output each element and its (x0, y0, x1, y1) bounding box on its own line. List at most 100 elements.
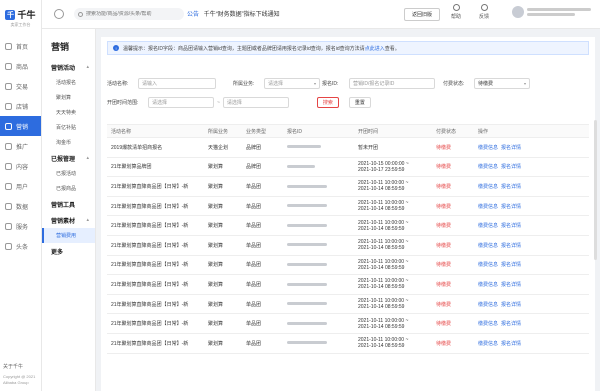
subnav-item[interactable]: 已报商品 (42, 181, 95, 196)
open-time-end: 2021-10-14 08:59:59 (358, 186, 405, 193)
signup-detail-link[interactable]: 报名详情 (501, 164, 521, 170)
business-cell: 聚划算 (204, 215, 242, 236)
subnav-item[interactable]: 活动报名 (42, 75, 95, 90)
signup-detail-link[interactable]: 报名详情 (501, 184, 521, 190)
clock-icon[interactable] (54, 9, 64, 19)
open-time-cell: 2021-10-11 10:00:00 ~2021-10-14 08:59:59 (354, 196, 432, 217)
fee-info-link[interactable]: 缴费信息 (478, 164, 498, 170)
rail-item[interactable]: 营销 (0, 116, 41, 136)
open-time-label: 开团时间范围: (107, 100, 139, 106)
fee-info-link[interactable]: 缴费信息 (478, 282, 498, 288)
actions-cell: 缴费信息 报名详情 (474, 196, 589, 217)
signup-detail-link[interactable]: 报名详情 (501, 262, 521, 268)
reset-button[interactable]: 重置 (348, 97, 371, 108)
user-menu[interactable] (512, 6, 597, 18)
signup-id-cell (283, 157, 354, 178)
search-box[interactable] (74, 8, 184, 20)
open-time-cell: 2021-10-11 10:00:00 ~2021-10-14 08:59:59 (354, 215, 432, 236)
rail-footer: 关于千牛 Copyright @ 2021 Alibaba Group (3, 364, 41, 386)
fee-info-link[interactable]: 缴费信息 (478, 145, 498, 151)
open-time-end: 2021-10-14 08:59:59 (358, 264, 405, 271)
start-date-picker[interactable]: 请选择 (148, 97, 214, 108)
fee-info-link[interactable]: 缴费信息 (478, 262, 498, 268)
rail-item[interactable]: 用户 (0, 176, 41, 196)
feedback-button[interactable]: 反馈 (474, 4, 494, 20)
signup-id-cell (283, 215, 354, 236)
open-time-cell: 2021-10-11 10:00:00 ~2021-10-14 08:59:59 (354, 235, 432, 256)
rail-item[interactable]: 首页 (0, 36, 41, 56)
business-cell: 聚划算 (204, 176, 242, 197)
rail-item[interactable]: 内容 (0, 156, 41, 176)
subnav-group[interactable]: 营销活动 ▴ (42, 59, 95, 75)
rail-item-label: 商品 (16, 64, 29, 71)
business-select[interactable]: 请选择 ▾ (264, 78, 320, 89)
fee-info-link[interactable]: 缴费信息 (478, 184, 498, 190)
signup-detail-link[interactable]: 报名详情 (501, 321, 521, 327)
back-to-old-version-button[interactable]: 返回旧版 (404, 8, 441, 21)
rail-item[interactable]: 数据 (0, 196, 41, 216)
notice-text[interactable]: 千牛“财务数据”指标下线通知 (204, 12, 280, 18)
column-header: 付费状态 (432, 124, 474, 138)
signup-detail-link[interactable]: 报名详情 (501, 282, 521, 288)
subnav-item[interactable]: 百亿补贴 (42, 120, 95, 135)
fee-info-link[interactable]: 缴费信息 (478, 321, 498, 327)
notice-bar[interactable]: 公告 千牛“财务数据”指标下线通知 (187, 9, 280, 18)
subnav-item[interactable]: 聚划算 (42, 90, 95, 105)
signup-detail-link[interactable]: 报名详情 (501, 302, 521, 308)
rail-item[interactable]: 服务 (0, 216, 41, 236)
search-button[interactable]: 搜索 (316, 97, 339, 108)
subnav-group[interactable]: 更多 (42, 243, 95, 259)
fee-info-link[interactable]: 缴费信息 (478, 223, 498, 229)
actions-cell: 缴费信息 报名详情 (474, 294, 589, 315)
rail-item[interactable]: 店铺 (0, 96, 41, 116)
rail-item[interactable]: 交易 (0, 76, 41, 96)
signup-detail-link[interactable]: 报名详情 (501, 223, 521, 229)
signup-id-input[interactable]: 营销ID/报名记录ID (349, 78, 435, 89)
rail-item-label: 交易 (16, 84, 29, 91)
subnav-item[interactable]: 营销费用 (42, 228, 95, 243)
activity-name-cell: 2019爆款清单招商报名 (107, 137, 204, 158)
actions-cell: 缴费信息 报名详情 (474, 255, 589, 276)
fee-info-link[interactable]: 缴费信息 (478, 204, 498, 210)
column-header: 报名ID (283, 124, 354, 138)
signup-detail-link[interactable]: 报名详情 (501, 243, 521, 249)
scrollbar[interactable] (594, 120, 597, 260)
pay-status-select[interactable]: 待缴费 ▾ (474, 78, 530, 89)
fee-info-link[interactable]: 缴费信息 (478, 302, 498, 308)
tip-text: 温馨提示：报名ID字段：商品团请输入营销id查询，主题团或者品牌团请用报名记录i… (123, 45, 365, 52)
end-date-picker[interactable]: 请选择 (222, 97, 289, 108)
pay-status-cell: 待缴费 (432, 333, 474, 354)
marketing-icon (5, 122, 12, 130)
subnav-item[interactable]: 淘金币 (42, 135, 95, 150)
signup-detail-link[interactable]: 报名详情 (501, 341, 521, 347)
search-input[interactable] (86, 11, 181, 17)
signup-detail-link[interactable]: 报名详情 (501, 204, 521, 210)
fee-info-link[interactable]: 缴费信息 (478, 243, 498, 249)
subnav-group[interactable]: 已报管理 ▴ (42, 150, 95, 166)
rail-item[interactable]: 头条 (0, 236, 41, 256)
subnav-group-label: 已报管理 (51, 156, 76, 163)
business-cell: 聚划算 (204, 333, 242, 354)
signup-detail-link[interactable]: 报名详情 (501, 145, 521, 151)
signup-id-blurred (287, 263, 327, 267)
activity-name-cell: 21年聚划算直降商品团【日常】-新 (107, 235, 204, 256)
rail-item-label: 用户 (16, 184, 29, 191)
table-row: 2019爆款清单招商报名 天猫企划 品牌团 暂未开团 待缴费 缴费信息 报名详情 (107, 137, 589, 158)
subnav-item[interactable]: 已报活动 (42, 166, 95, 181)
about-link[interactable]: 关于千牛 (3, 364, 41, 370)
activity-name-input[interactable]: 请输入 (138, 78, 216, 89)
subnav-group[interactable]: 营销素材 ▴ (42, 212, 95, 228)
column-header: 操作 (474, 124, 589, 138)
signup-id-blurred (287, 341, 327, 345)
tip-link[interactable]: 点此进入 (365, 46, 385, 52)
promotion-icon (5, 142, 12, 150)
rail-item[interactable]: 推广 (0, 136, 41, 156)
type-cell: 单品团 (242, 176, 283, 197)
pay-status-cell: 待缴费 (432, 274, 474, 295)
fee-info-link[interactable]: 缴费信息 (478, 341, 498, 347)
help-button[interactable]: 帮助 (446, 4, 466, 20)
subnav-item[interactable]: 天天特卖 (42, 105, 95, 120)
logo[interactable]: 千 千牛 卖家工作台 (0, 0, 41, 36)
rail-item[interactable]: 商品 (0, 56, 41, 76)
subnav-group[interactable]: 营销工具 (42, 196, 95, 212)
